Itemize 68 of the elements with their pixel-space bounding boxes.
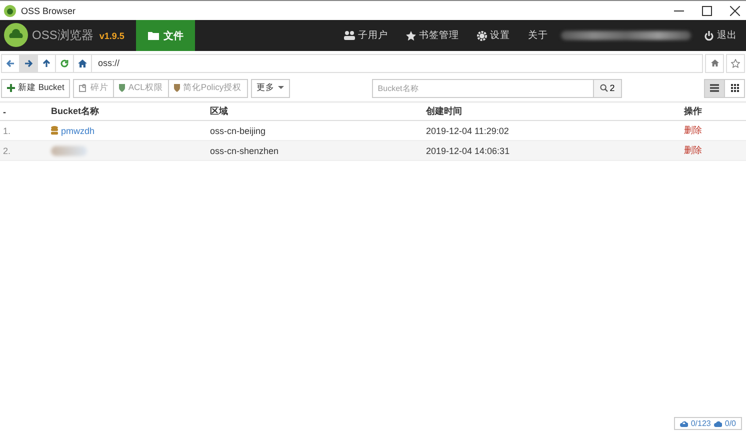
search-field[interactable]: Bucket名称	[372, 78, 594, 98]
menu-item[interactable]: 设置	[468, 20, 519, 51]
column-header: 创建时间	[426, 106, 462, 116]
plus-icon	[7, 84, 15, 92]
shield-icon	[174, 84, 180, 92]
bookmark-button[interactable]	[726, 54, 745, 72]
bucket-link[interactable]: pmwzdh	[61, 126, 95, 136]
address-field[interactable]: oss://	[91, 54, 703, 72]
close-icon[interactable]	[730, 6, 740, 16]
up-arrow-icon	[42, 58, 51, 68]
list-icon	[710, 84, 720, 92]
up-button[interactable]	[37, 54, 56, 72]
cloud-logo-icon	[4, 23, 28, 47]
forward-button[interactable]	[19, 54, 38, 72]
column-header: -	[3, 106, 6, 116]
delete-link[interactable]: 删除	[684, 145, 702, 155]
home-icon	[710, 59, 718, 67]
list-view-button[interactable]	[704, 78, 726, 98]
row-number: 2.	[3, 146, 11, 156]
files-tab[interactable]: 文件	[136, 20, 196, 51]
redacted-name	[51, 146, 87, 156]
users-icon	[344, 31, 355, 40]
shield-icon	[119, 84, 126, 92]
logout-button[interactable]: 退出	[695, 20, 746, 51]
menu-item[interactable]: 子用户	[335, 20, 397, 51]
download-icon	[714, 420, 722, 427]
column-header: 操作	[684, 106, 702, 116]
refresh-icon	[60, 58, 69, 68]
grid-icon	[730, 84, 739, 92]
home-button[interactable]	[705, 54, 724, 72]
home-icon	[78, 58, 87, 68]
star-icon	[406, 30, 416, 40]
column-header: 区域	[210, 106, 228, 116]
home-button[interactable]	[73, 54, 92, 72]
download-count: 0/0	[724, 419, 736, 428]
table-cell: 2019-12-04 14:06:31	[426, 146, 510, 156]
settings-icon	[477, 30, 487, 40]
transfer-status[interactable]: 0/123 0/0	[674, 417, 742, 430]
version-label: v1.9.5	[99, 30, 124, 40]
delete-link[interactable]: 删除	[684, 125, 702, 135]
app-name: OSS浏览器	[32, 27, 94, 44]
upload-icon	[680, 420, 688, 427]
caret-icon	[278, 86, 284, 90]
search-button[interactable]: 2	[594, 78, 622, 98]
back-arrow-icon	[6, 58, 15, 68]
toolbar-button[interactable]: 新建 Bucket	[1, 78, 70, 98]
menu-item[interactable]: 书签管理	[397, 20, 468, 51]
table-cell: oss-cn-shenzhen	[210, 146, 279, 156]
refresh-button[interactable]	[55, 54, 74, 72]
row-number: 1.	[3, 126, 11, 136]
more-button[interactable]: 更多	[250, 78, 290, 98]
grid-view-button[interactable]	[724, 78, 746, 98]
column-header: Bucket名称	[51, 106, 100, 116]
star-icon	[731, 58, 740, 68]
table-cell: 2019-12-04 11:29:02	[426, 126, 509, 136]
power-icon	[704, 30, 714, 40]
forward-arrow-icon	[24, 58, 33, 68]
back-button[interactable]	[1, 54, 20, 72]
maximize-icon[interactable]	[702, 6, 712, 16]
search-icon	[600, 84, 608, 92]
upload-count: 0/123	[690, 419, 711, 428]
app-logo-icon	[4, 4, 16, 16]
fragment-icon	[79, 84, 88, 92]
folder-icon	[148, 31, 160, 40]
database-icon	[51, 126, 58, 134]
window-title: OSS Browser	[21, 6, 76, 16]
table-cell: oss-cn-beijing	[210, 126, 266, 136]
menu-item[interactable]: 关于	[519, 20, 557, 51]
